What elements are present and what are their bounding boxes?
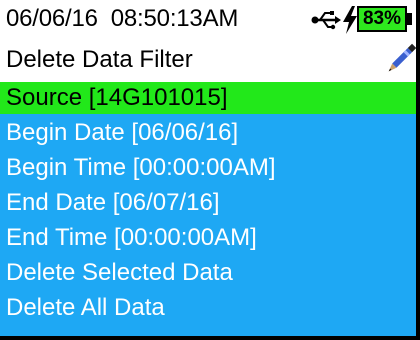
battery-terminal — [407, 13, 412, 25]
status-bar: 06/06/16 08:50:13AM 83% — [0, 0, 416, 40]
menu-list: Source [14G101015] Begin Date [06/06/16]… — [0, 82, 416, 336]
battery-icon: 83% — [357, 6, 407, 32]
menu-item-source[interactable]: Source [14G101015] — [0, 82, 416, 114]
menu-item-delete-all[interactable]: Delete All Data — [0, 292, 416, 324]
battery-percent: 83% — [362, 8, 402, 29]
menu-item-begin-date[interactable]: Begin Date [06/06/16] — [0, 117, 416, 149]
charging-bolt-icon — [343, 6, 357, 34]
datetime-readout: 06/06/16 08:50:13AM — [6, 5, 239, 32]
menu-item-end-time[interactable]: End Time [00:00:00AM] — [0, 222, 416, 254]
usb-icon — [311, 11, 341, 30]
pen-icon — [388, 43, 417, 72]
page-title: Delete Data Filter — [6, 46, 193, 73]
title-bar: Delete Data Filter — [0, 42, 416, 80]
device-screen: 06/06/16 08:50:13AM 83% Delete Data Filt… — [0, 0, 420, 340]
menu-item-begin-time[interactable]: Begin Time [00:00:00AM] — [0, 152, 416, 184]
menu-item-delete-selected[interactable]: Delete Selected Data — [0, 257, 416, 289]
menu-item-end-date[interactable]: End Date [06/07/16] — [0, 187, 416, 219]
